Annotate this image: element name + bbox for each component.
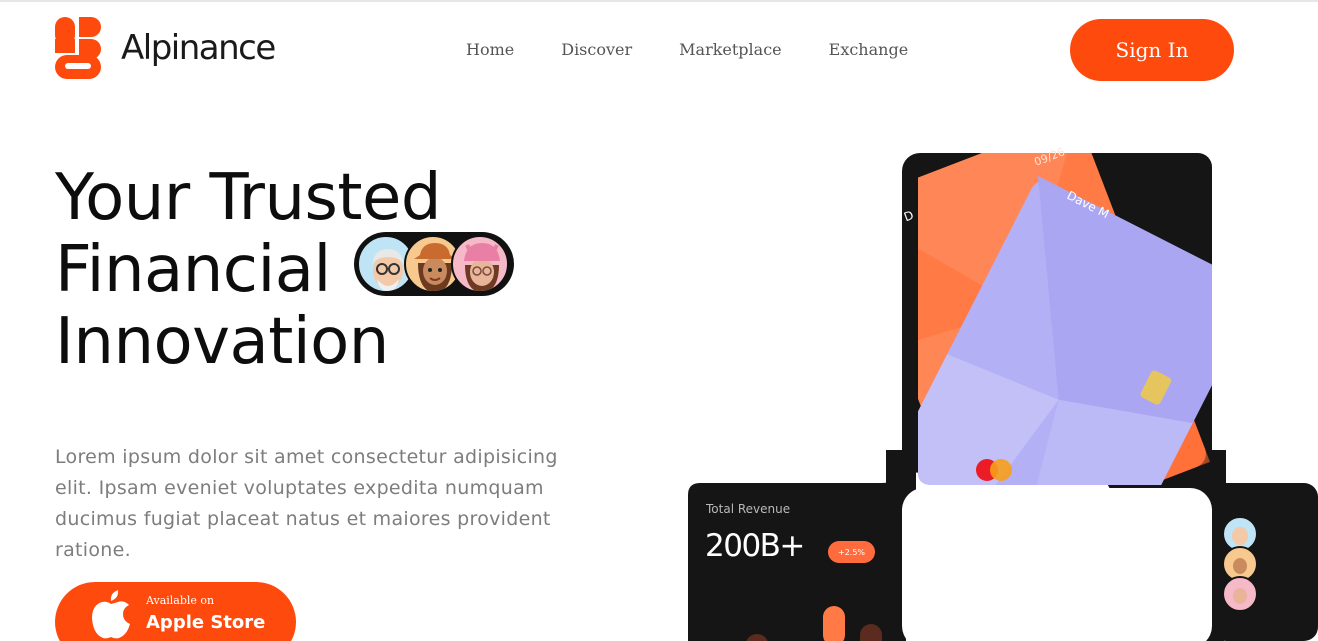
sign-in-button[interactable]: Sign In xyxy=(1070,19,1234,81)
main-nav: Home Discover Marketplace Exchange xyxy=(466,40,955,59)
alpinance-logo-icon xyxy=(55,17,101,79)
nav-link-discover[interactable]: Discover xyxy=(561,40,632,59)
store-small-text: Available on xyxy=(146,594,215,607)
apple-icon xyxy=(92,590,130,639)
total-revenue-value: 200B+ xyxy=(705,528,805,564)
hero-description: Lorem ipsum dolor sit amet consectetur a… xyxy=(55,446,558,561)
brand-logo[interactable]: Alpinance xyxy=(55,17,276,79)
avatar-group xyxy=(354,232,514,296)
mastercard-icon xyxy=(976,459,1012,481)
nav-link-exchange[interactable]: Exchange xyxy=(829,40,909,59)
hero-title-line: Your Trusted xyxy=(55,161,441,235)
revenue-change-badge: +2.5% xyxy=(828,541,875,563)
hero-title-line: Innovation xyxy=(55,305,389,379)
apple-store-button[interactable]: Available on Apple Store xyxy=(55,582,296,641)
avatar-woman-pink-beanie-icon xyxy=(451,235,509,293)
cards-illustration: Miye D 09/26 Dave M xyxy=(688,145,1318,641)
nav-link-marketplace[interactable]: Marketplace xyxy=(679,40,782,59)
nav-link-home[interactable]: Home xyxy=(466,40,514,59)
store-large-text: Apple Store xyxy=(146,612,266,633)
top-border xyxy=(0,0,1318,2)
side-avatar-stack xyxy=(1222,516,1258,612)
total-revenue-label: Total Revenue xyxy=(706,502,791,516)
brand-name: Alpinance xyxy=(121,28,276,68)
